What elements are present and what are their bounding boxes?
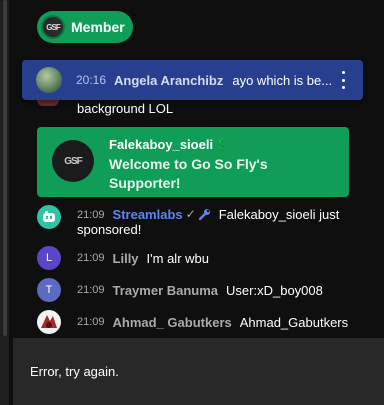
partial-message-text: background LOL xyxy=(77,101,174,116)
chat-message[interactable]: 21:09 Ahmad_ Gabutkers Ahmad_Gabutkers xyxy=(37,310,348,334)
message-timestamp: 21:09 xyxy=(77,252,105,264)
avatar xyxy=(37,100,59,106)
member-chip-label: Member xyxy=(71,19,125,35)
more-options-icon[interactable] xyxy=(335,71,351,89)
chat-message[interactable]: L 21:09 Lilly I'm alr wbu xyxy=(37,246,209,270)
message-author[interactable]: Ahmad_ Gabutkers xyxy=(113,315,232,330)
member-badge-icon: GSF xyxy=(41,15,65,39)
verified-check-icon: ✓ xyxy=(185,207,196,221)
member-name[interactable]: Falekaboy_sioeli xyxy=(109,137,213,152)
new-member-card: GSF Falekaboy_sioeli 💲 Welcome to Go So … xyxy=(37,127,349,197)
message-text: User:xD_boy008 xyxy=(226,282,323,298)
message-timestamp: 21:09 xyxy=(77,284,105,296)
message-author[interactable]: Traymer Banuma xyxy=(113,283,219,298)
scrollbar-track[interactable] xyxy=(0,0,9,405)
wrench-icon xyxy=(198,208,211,221)
avatar: T xyxy=(37,278,61,302)
message-timestamp: 21:09 xyxy=(77,209,105,221)
message-timestamp: 21:09 xyxy=(77,316,105,328)
message-text-continued: sponsored! xyxy=(77,222,142,237)
chat-message[interactable]: T 21:09 Traymer Banuma User:xD_boy008 xyxy=(37,278,323,302)
error-snackbar: Error, try again. xyxy=(13,338,384,405)
scrollbar-thumb[interactable] xyxy=(3,0,7,336)
anime-avatar xyxy=(37,310,61,334)
message-timestamp: 20:16 xyxy=(76,73,107,87)
pinned-message[interactable]: 20:16 Angela Aranchibz ayo which is be..… xyxy=(22,60,363,100)
message-author[interactable]: Angela Aranchibz xyxy=(114,73,223,88)
avatar xyxy=(36,67,62,93)
message-text: ayo which is be... xyxy=(232,72,333,88)
message-text: Falekaboy_sioeli just xyxy=(218,207,340,222)
message-author[interactable]: Streamlabs xyxy=(113,207,183,222)
message-text: I'm alr wbu xyxy=(146,250,209,266)
streamlabs-icon xyxy=(37,205,61,229)
member-welcome-text: Welcome to Go So Fly's Supporter! xyxy=(109,156,268,191)
member-filter-chip[interactable]: GSF Member xyxy=(37,11,133,43)
error-text: Error, try again. xyxy=(30,364,119,379)
avatar: L xyxy=(37,246,61,270)
message-text: Ahmad_Gabutkers xyxy=(239,314,349,330)
money-bag-icon: 💲 xyxy=(215,137,231,152)
message-author[interactable]: Lilly xyxy=(113,251,139,266)
avatar[interactable]: GSF xyxy=(52,140,94,182)
